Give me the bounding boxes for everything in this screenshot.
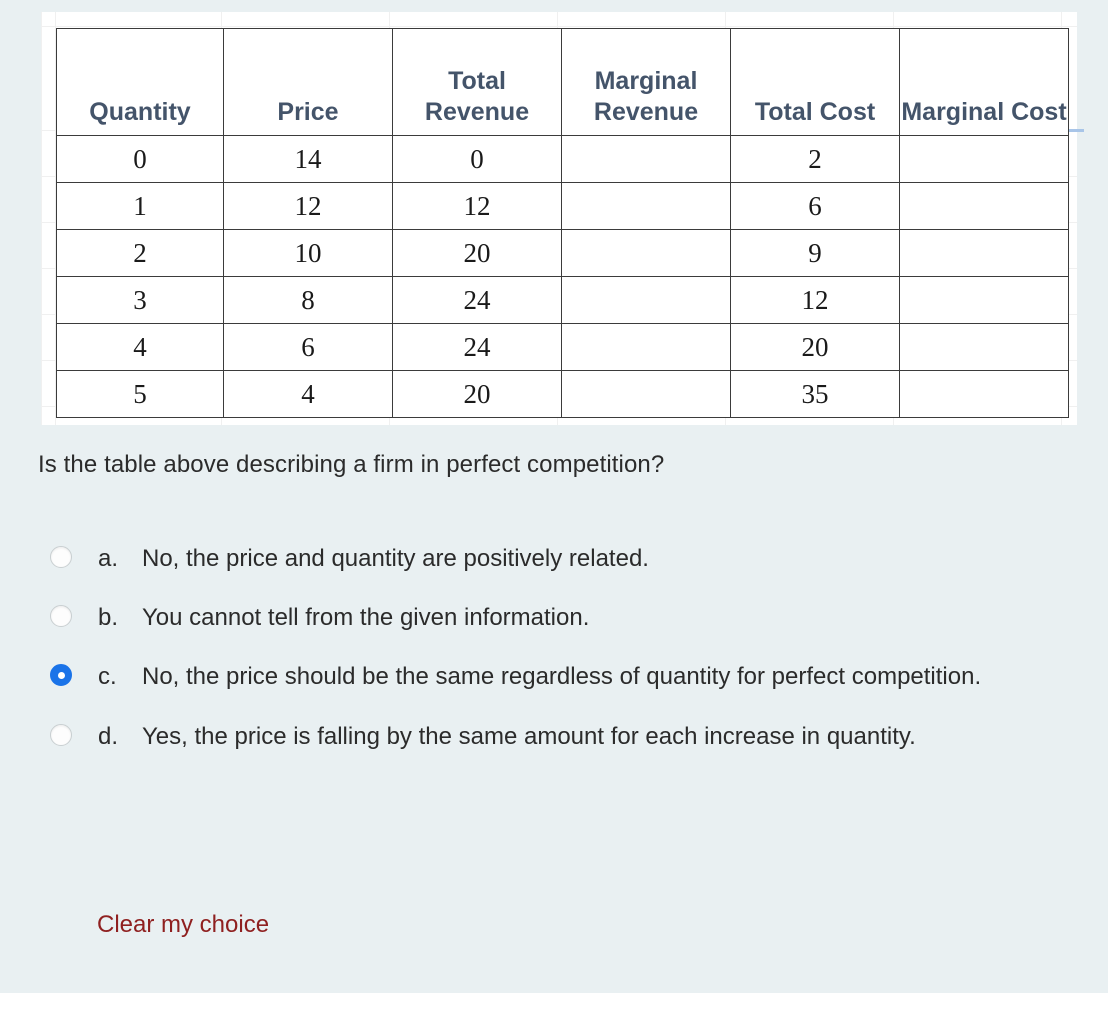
option-letter-d: d. <box>98 722 119 750</box>
question-prompt: Is the table above describing a firm in … <box>38 451 665 478</box>
radio-button-b[interactable] <box>50 605 72 628</box>
cell-marginal-cost <box>899 182 1069 230</box>
cell-total-cost: 35 <box>730 370 900 418</box>
radio-button-c[interactable] <box>50 664 72 687</box>
cell-marginal-cost <box>899 276 1069 324</box>
option-text-d[interactable]: Yes, the price is falling by the same am… <box>142 718 1022 755</box>
radio-button-d[interactable] <box>50 723 72 746</box>
cell-total-revenue: 0 <box>392 135 562 183</box>
economics-data-table: Quantity Price Total Revenue Marginal Re… <box>56 28 1069 418</box>
cell-marginal-revenue <box>561 323 731 371</box>
cell-marginal-cost <box>899 229 1069 277</box>
column-header-total-revenue: Total Revenue <box>392 28 562 136</box>
clear-my-choice-link[interactable]: Clear my choice <box>97 908 269 942</box>
table-row: 0 14 0 2 <box>56 135 1069 183</box>
option-text-a[interactable]: No, the price and quantity are positivel… <box>142 540 1022 577</box>
cell-quantity: 3 <box>56 276 224 324</box>
quiz-question-panel: Quantity Price Total Revenue Marginal Re… <box>0 0 1108 993</box>
table-row: 2 10 20 9 <box>56 229 1069 277</box>
table-row: 5 4 20 35 <box>56 370 1069 418</box>
table-row: 3 8 24 12 <box>56 276 1069 324</box>
gridline <box>41 26 1077 27</box>
cell-marginal-revenue <box>561 370 731 418</box>
cell-price: 12 <box>223 182 393 230</box>
cell-total-cost: 9 <box>730 229 900 277</box>
option-text-b[interactable]: You cannot tell from the given informati… <box>142 599 1022 636</box>
option-text-c[interactable]: No, the price should be the same regardl… <box>142 658 1022 695</box>
answer-option-b[interactable]: b. You cannot tell from the given inform… <box>50 599 1060 636</box>
radio-button-a[interactable] <box>50 546 72 568</box>
table-row: 4 6 24 20 <box>56 323 1069 371</box>
cell-total-cost: 12 <box>730 276 900 324</box>
cell-total-revenue: 24 <box>392 276 562 324</box>
cell-quantity: 1 <box>56 182 224 230</box>
cell-marginal-revenue <box>561 276 731 324</box>
column-header-quantity: Quantity <box>56 28 224 136</box>
option-letter-b: b. <box>98 604 119 632</box>
table-header-row: Quantity Price Total Revenue Marginal Re… <box>56 28 1069 136</box>
column-header-marginal-cost: Marginal Cost <box>899 28 1069 136</box>
column-header-total-cost: Total Cost <box>730 28 900 136</box>
option-letter-c: c. <box>98 663 117 691</box>
cell-price: 10 <box>223 229 393 277</box>
cell-price: 4 <box>223 370 393 418</box>
table-row: 1 12 12 6 <box>56 182 1069 230</box>
spreadsheet-table-image: Quantity Price Total Revenue Marginal Re… <box>41 12 1084 425</box>
cell-total-revenue: 12 <box>392 182 562 230</box>
cell-marginal-cost <box>899 370 1069 418</box>
cell-marginal-cost <box>899 323 1069 371</box>
cell-total-cost: 2 <box>730 135 900 183</box>
cell-total-cost: 20 <box>730 323 900 371</box>
cell-price: 14 <box>223 135 393 183</box>
option-letter-a: a. <box>98 545 119 572</box>
answer-option-a[interactable]: a. No, the price and quantity are positi… <box>50 540 1060 577</box>
answer-option-c[interactable]: c. No, the price should be the same rega… <box>50 658 1060 695</box>
column-header-marginal-revenue: Marginal Revenue <box>561 28 731 136</box>
cell-total-revenue: 20 <box>392 229 562 277</box>
cell-quantity: 4 <box>56 323 224 371</box>
cell-total-cost: 6 <box>730 182 900 230</box>
cell-marginal-revenue <box>561 182 731 230</box>
cell-quantity: 5 <box>56 370 224 418</box>
cell-quantity: 2 <box>56 229 224 277</box>
answer-options-list: a. No, the price and quantity are positi… <box>50 540 1060 777</box>
cell-marginal-cost <box>899 135 1069 183</box>
cell-marginal-revenue <box>561 135 731 183</box>
cell-marginal-revenue <box>561 229 731 277</box>
cell-price: 8 <box>223 276 393 324</box>
answer-option-d[interactable]: d. Yes, the price is falling by the same… <box>50 718 1060 755</box>
cell-total-revenue: 20 <box>392 370 562 418</box>
cell-quantity: 0 <box>56 135 224 183</box>
cell-total-revenue: 24 <box>392 323 562 371</box>
cell-price: 6 <box>223 323 393 371</box>
gridline <box>41 12 42 425</box>
column-header-price: Price <box>223 28 393 136</box>
